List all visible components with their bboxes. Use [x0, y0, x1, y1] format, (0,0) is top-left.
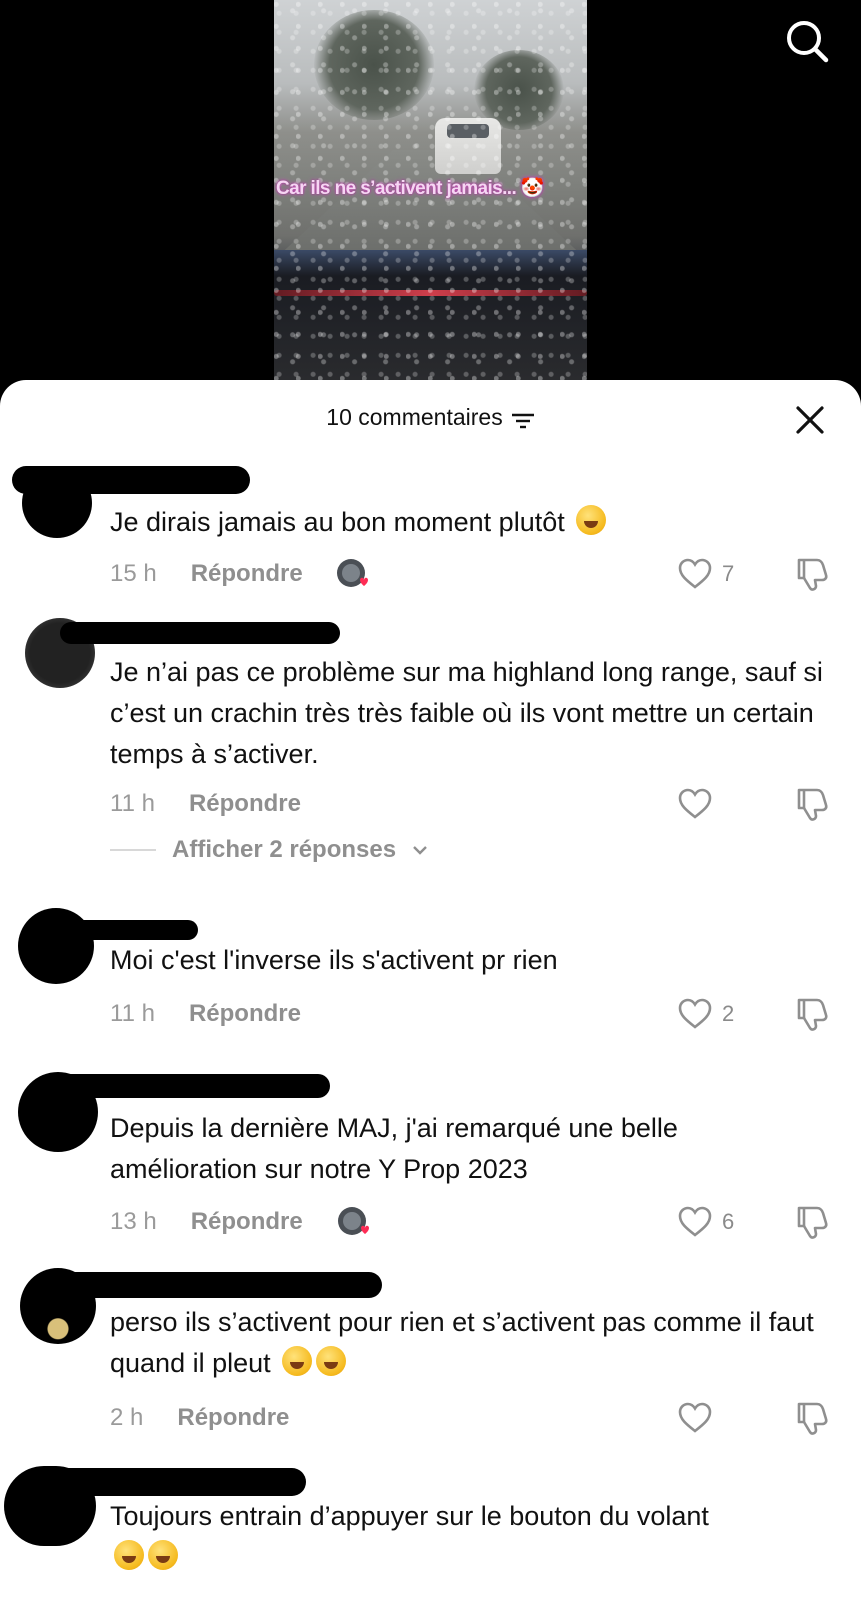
close-icon [796, 406, 824, 434]
comment-text: perso ils s’activent pour rien et s’acti… [110, 1307, 814, 1378]
rofl-emoji [576, 505, 607, 535]
video-thumbnail[interactable]: Car ils ne s’activent jamais... 🤡 [274, 0, 587, 380]
reply-button[interactable]: Répondre [191, 560, 303, 588]
heart-icon [678, 788, 712, 819]
reply-button[interactable]: Répondre [189, 1000, 301, 1028]
comment-count: 10 commentaires [326, 404, 503, 430]
chevron-down-icon [413, 846, 427, 855]
rofl-emoji [282, 1346, 313, 1376]
dislike-icon[interactable] [793, 786, 829, 822]
video-player[interactable]: Car ils ne s’activent jamais... 🤡 [0, 0, 861, 400]
sort-icon[interactable] [511, 409, 535, 428]
username-redacted [60, 622, 340, 644]
username-redacted [40, 1272, 382, 1298]
comment-text: Depuis la dernière MAJ, j'ai remarqué un… [110, 1113, 678, 1184]
show-replies-button[interactable]: Afficher 2 réponses [110, 836, 428, 864]
search-icon [787, 21, 829, 63]
like-button[interactable] [678, 784, 748, 824]
comments-sheet: 10 commentaires Je dirais jamais au bon … [0, 380, 861, 1600]
like-button[interactable]: 2 [678, 994, 748, 1034]
comment-time: 2 h [110, 1404, 144, 1431]
comment-time: 13 h [110, 1208, 157, 1235]
joy-emoji [148, 1540, 178, 1570]
like-count: 2 [722, 1001, 735, 1026]
rofl-emoji [316, 1346, 347, 1376]
username-redacted [12, 466, 250, 494]
username-redacted [40, 1468, 306, 1496]
reply-button[interactable]: Répondre [191, 1208, 303, 1236]
heart-icon [678, 1402, 712, 1433]
show-replies-label: Afficher 2 réponses [172, 836, 397, 863]
heart-icon [678, 558, 712, 589]
comments-header: 10 commentaires [0, 380, 861, 440]
like-button[interactable]: 7 [678, 554, 748, 594]
like-button[interactable]: 6 [678, 1202, 748, 1242]
dislike-icon[interactable] [793, 1400, 829, 1436]
dislike-icon[interactable] [793, 556, 829, 592]
reply-button[interactable]: Répondre [177, 1404, 289, 1432]
comment-time: 11 h [110, 790, 155, 817]
comment-text: Je n’ai pas ce problème sur ma highland … [110, 657, 823, 769]
dislike-icon[interactable] [793, 1204, 829, 1240]
like-count: 6 [722, 1209, 735, 1234]
comment-text: Je dirais jamais au bon moment plutôt [110, 502, 830, 543]
comment-time: 11 h [110, 1000, 155, 1027]
author-liked-icon [338, 1207, 369, 1235]
dislike-icon[interactable] [793, 996, 829, 1032]
search-button[interactable] [784, 18, 830, 64]
heart-icon [678, 998, 712, 1029]
username-redacted [40, 1074, 330, 1098]
joy-emoji [114, 1540, 144, 1570]
author-liked-icon [337, 559, 368, 587]
video-caption: Car ils ne s’activent jamais... 🤡 [276, 178, 544, 199]
comment-text: Toujours entrain d’appuyer sur le bouton… [110, 1496, 830, 1578]
close-button[interactable] [794, 404, 826, 436]
reply-button[interactable]: Répondre [189, 790, 301, 818]
comment-time: 15 h [110, 560, 157, 587]
username-redacted [30, 920, 198, 940]
heart-icon [678, 1206, 712, 1237]
replies-divider [110, 849, 156, 851]
comment-text: Moi c'est l'inverse ils s'activent pr ri… [110, 945, 558, 975]
like-button[interactable] [678, 1398, 748, 1438]
like-count: 7 [722, 561, 735, 586]
